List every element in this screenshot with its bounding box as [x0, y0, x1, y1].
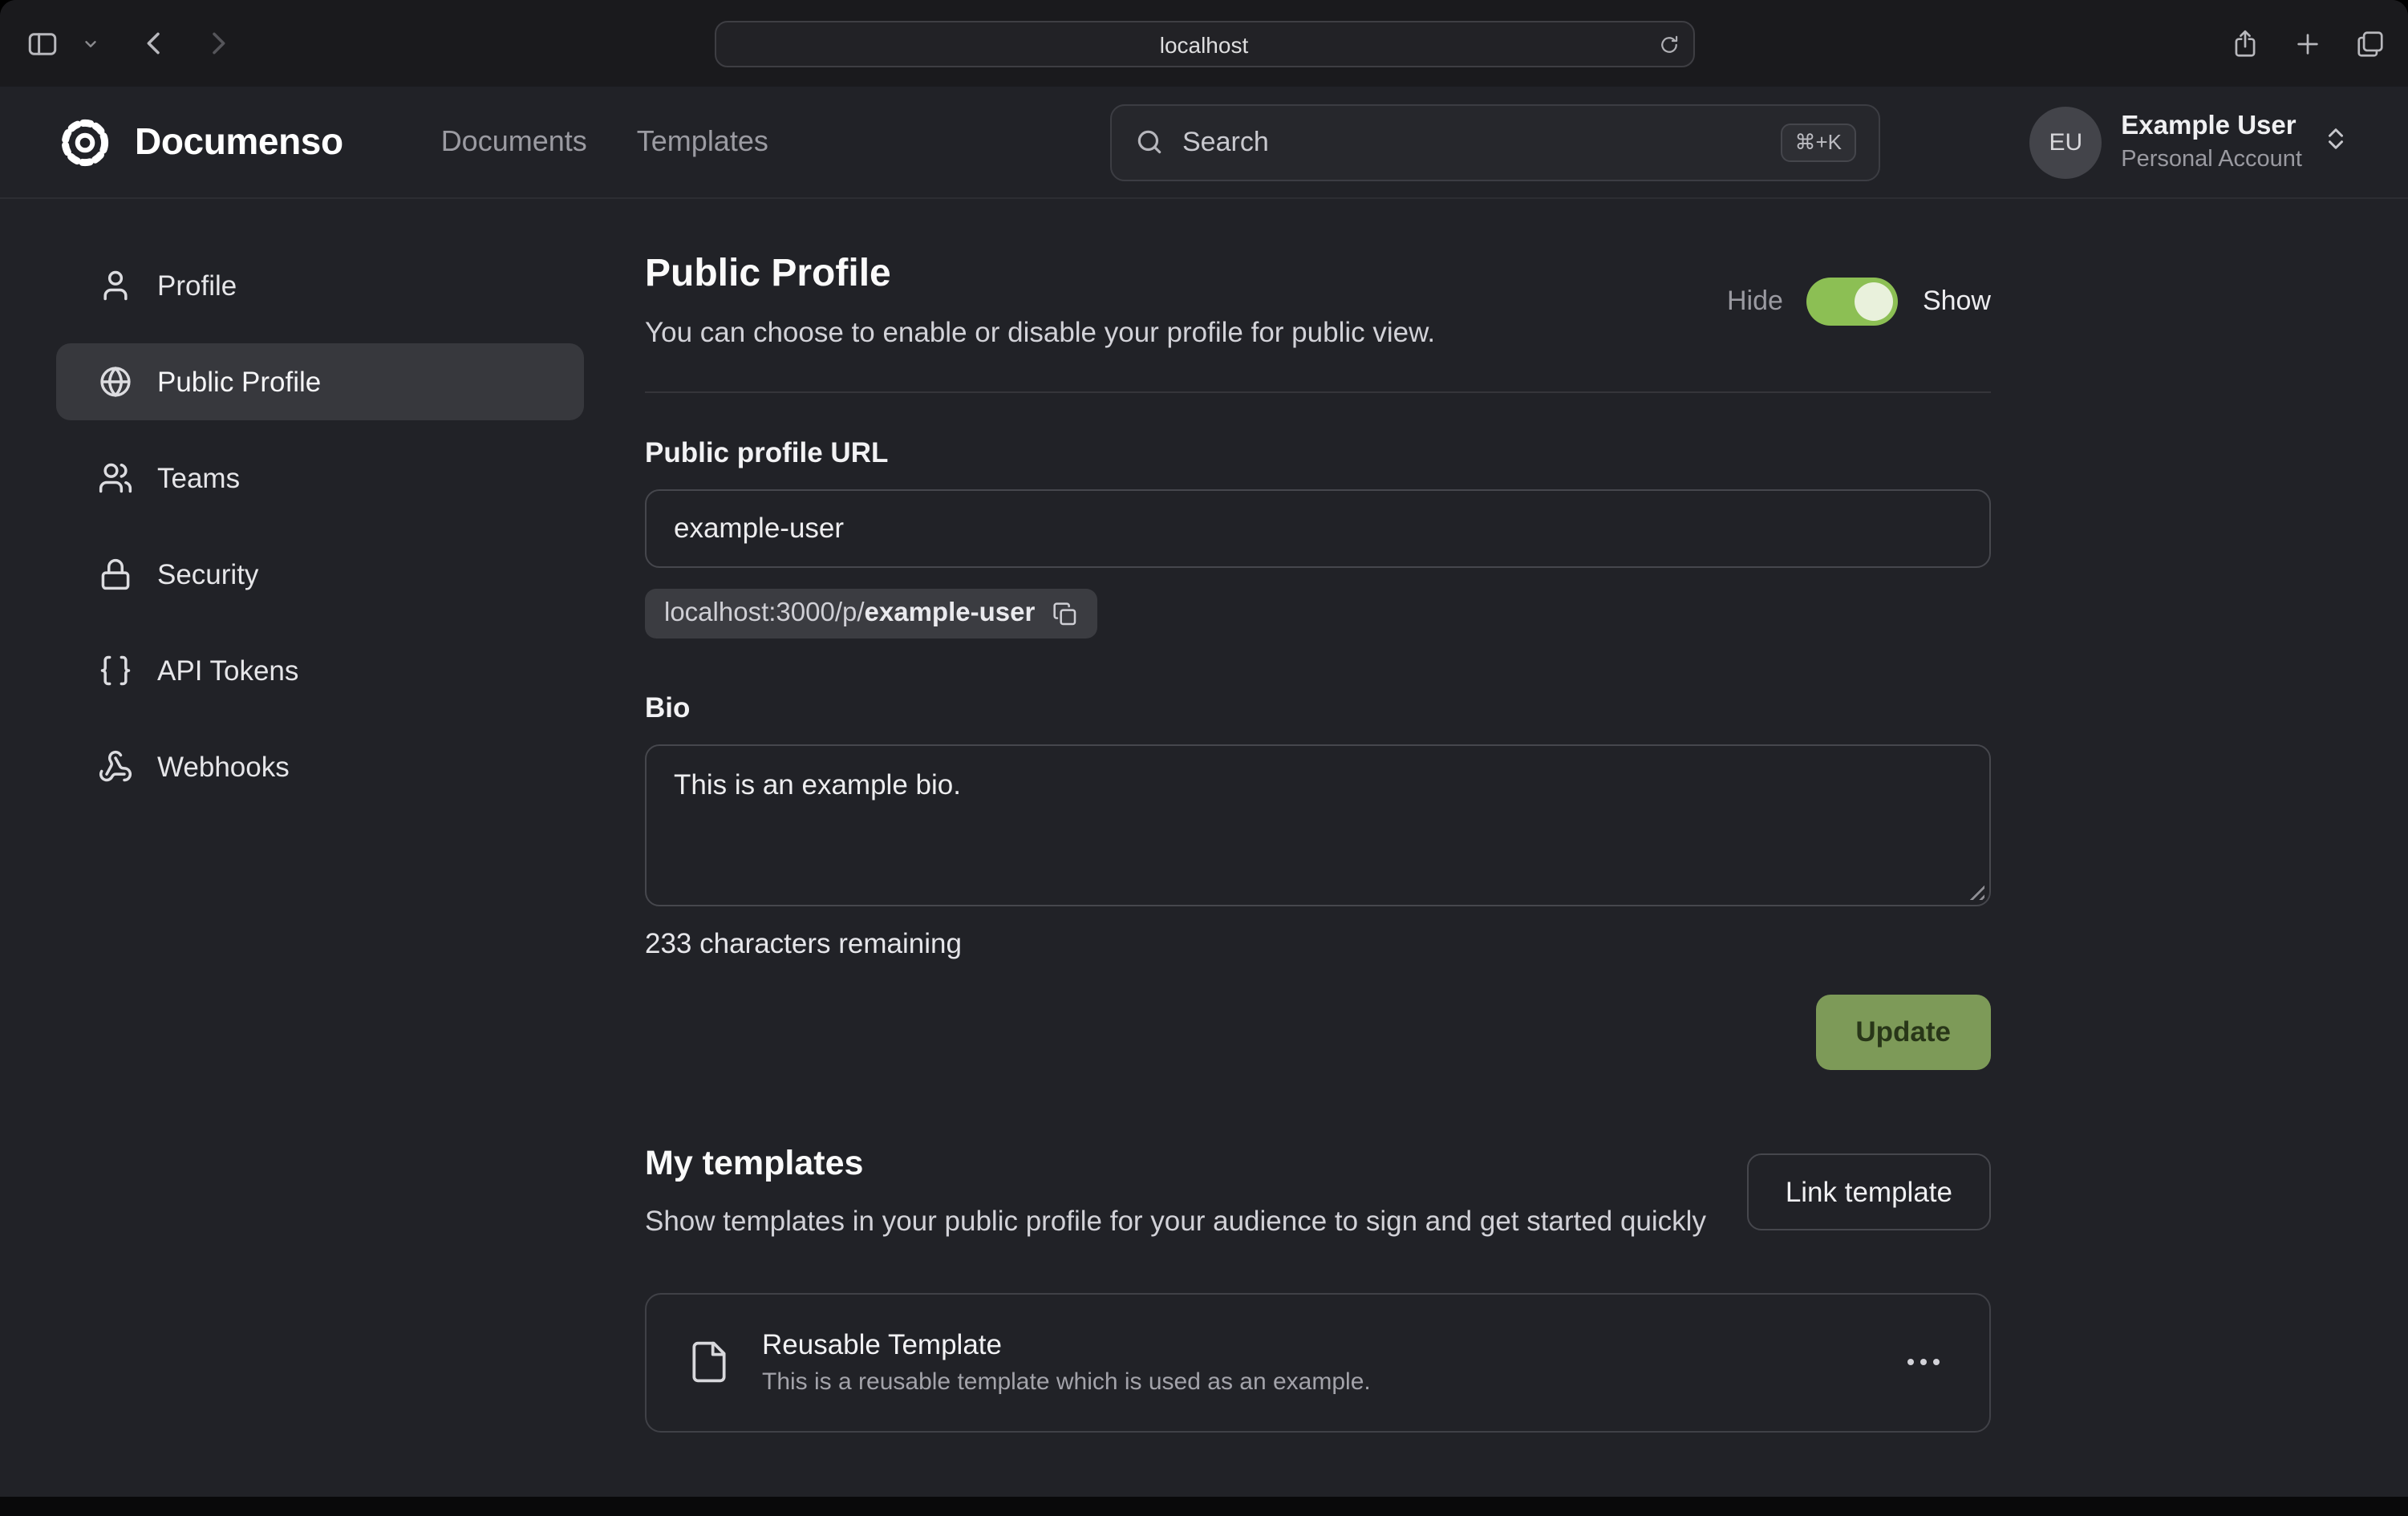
visibility-toggle[interactable] [1807, 277, 1899, 325]
sidebar-item-profile[interactable]: Profile [56, 247, 584, 324]
templates-description: Show templates in your public profile fo… [645, 1203, 1706, 1241]
browser-toolbar: localhost [0, 0, 2408, 87]
search-shortcut-badge: ⌘+K [1780, 123, 1856, 161]
search-input[interactable] [1182, 126, 1762, 158]
template-card: Reusable Template This is a reusable tem… [645, 1292, 1991, 1432]
sidebar-item-webhooks[interactable]: Webhooks [56, 728, 584, 805]
app-main: Documenso Documents Templates ⌘+K EU Exa… [0, 87, 2408, 1497]
globe-icon [98, 364, 133, 399]
divider [645, 391, 1991, 393]
template-card-text: Reusable Template This is a reusable tem… [762, 1328, 1371, 1396]
toggle-show-label: Show [1923, 285, 1991, 317]
sidebar-item-label: API Tokens [157, 654, 298, 687]
characters-remaining: 233 characters remaining [645, 927, 1991, 961]
toggle-knob [1855, 282, 1894, 320]
sidebar-item-public-profile[interactable]: Public Profile [56, 343, 584, 420]
account-menu[interactable]: EU Example User Personal Account [2029, 106, 2350, 178]
templates-title: My templates [645, 1144, 1706, 1184]
file-icon [687, 1340, 732, 1384]
my-templates-section: My templates Show templates in your publ… [645, 1144, 1991, 1432]
sidebar-item-label: Security [157, 557, 258, 591]
bio-textarea[interactable]: This is an example bio. [645, 744, 1991, 906]
window-bottom-edge [0, 1497, 2408, 1516]
public-profile-settings: Public Profile You can choose to enable … [645, 247, 1991, 1432]
page-subtitle: You can choose to enable or disable your… [645, 316, 1435, 350]
sidebar-item-label: Webhooks [157, 750, 290, 784]
user-icon [98, 268, 133, 303]
share-icon[interactable] [2230, 28, 2260, 59]
page-title: Public Profile [645, 252, 1435, 297]
toggle-hide-label: Hide [1727, 285, 1783, 317]
avatar: EU [2029, 106, 2102, 178]
account-name: Example User [2121, 109, 2302, 142]
profile-url-label: Public profile URL [645, 436, 1991, 470]
sidebar-item-label: Public Profile [157, 365, 321, 399]
ellipsis-icon [1920, 1359, 1927, 1365]
ellipsis-icon [1933, 1359, 1940, 1365]
update-button[interactable]: Update [1815, 995, 1991, 1070]
sidebar-item-security[interactable]: Security [56, 536, 584, 613]
forward-icon[interactable] [202, 27, 234, 59]
template-description: This is a reusable template which is use… [762, 1368, 1371, 1396]
tab-overview-icon[interactable] [2355, 28, 2386, 59]
template-title: Reusable Template [762, 1328, 1371, 1362]
account-text: Example User Personal Account [2121, 109, 2302, 175]
settings-sidebar: Profile Public Profile Teams [56, 247, 584, 825]
search-bar[interactable]: ⌘+K [1110, 103, 1880, 180]
plus-icon[interactable] [2294, 30, 2321, 57]
address-bar-url: localhost [1160, 31, 1249, 57]
braces-icon [98, 653, 133, 688]
profile-url-input[interactable] [645, 489, 1991, 568]
top-nav: Documents Templates [441, 125, 768, 159]
brand-name: Documenso [135, 120, 343, 164]
template-menu-button[interactable] [1898, 1349, 1949, 1375]
visibility-toggle-group: Hide Show [1727, 277, 1991, 325]
link-template-button[interactable]: Link template [1747, 1153, 1991, 1230]
nav-documents[interactable]: Documents [441, 125, 587, 159]
lock-icon [98, 557, 133, 592]
address-bar[interactable]: localhost [714, 21, 1694, 67]
app-header: Documenso Documents Templates ⌘+K EU Exa… [0, 87, 2408, 199]
account-subtitle: Personal Account [2121, 146, 2302, 175]
public-url-text: localhost:3000/p/example-user [664, 598, 1035, 629]
chevrons-up-down-icon [2321, 124, 2350, 160]
search-icon [1134, 127, 1165, 157]
documenso-logo-icon [56, 113, 114, 171]
sidebar-item-label: Profile [157, 269, 237, 302]
copy-icon[interactable] [1052, 601, 1078, 626]
sidebar-panel-icon[interactable] [26, 26, 59, 60]
public-url-preview: localhost:3000/p/example-user [645, 589, 1097, 638]
chevron-down-icon[interactable] [82, 34, 99, 52]
bio-label: Bio [645, 691, 1991, 725]
browser-window: localhost Documenso [0, 0, 2408, 1516]
sidebar-item-label: Teams [157, 461, 240, 495]
users-icon [98, 460, 133, 496]
sidebar-item-teams[interactable]: Teams [56, 440, 584, 517]
brand[interactable]: Documenso [56, 113, 343, 171]
sidebar-item-api-tokens[interactable]: API Tokens [56, 632, 584, 709]
ellipsis-icon [1907, 1359, 1914, 1365]
webhook-icon [98, 749, 133, 784]
back-icon[interactable] [138, 27, 170, 59]
nav-templates[interactable]: Templates [637, 125, 768, 159]
reload-icon[interactable] [1657, 33, 1680, 55]
